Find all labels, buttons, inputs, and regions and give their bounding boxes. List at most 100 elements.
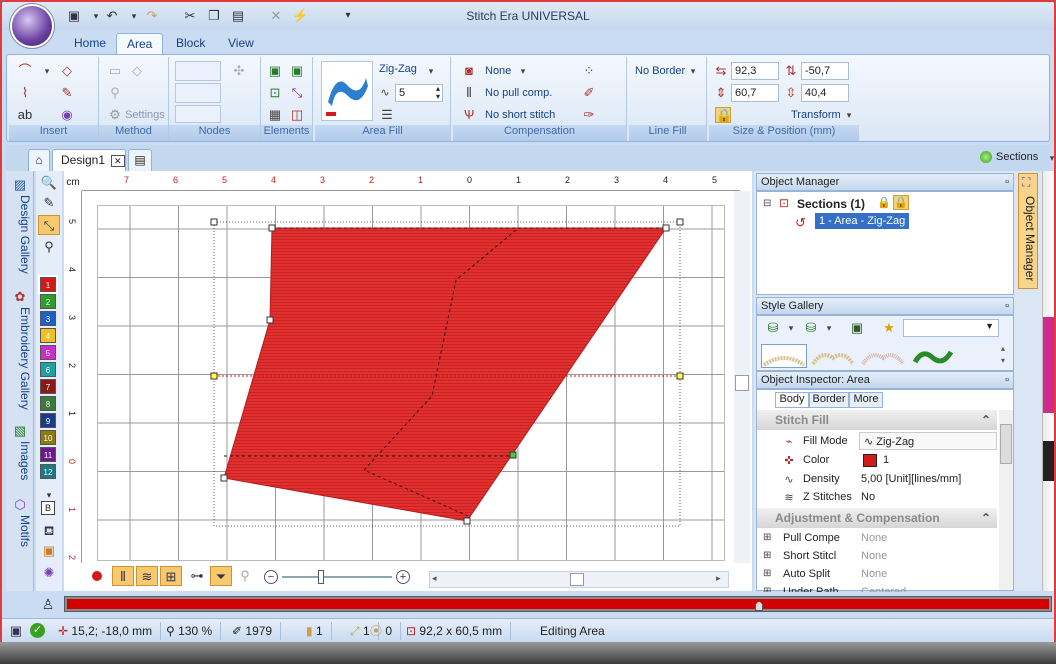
lock-icon[interactable]: 🔒 (877, 196, 891, 209)
style-apply-icon[interactable]: ▣ (849, 320, 865, 336)
resize-handle[interactable] (676, 218, 684, 226)
insert-text-icon[interactable]: ab (17, 107, 33, 123)
element-diagonal-icon[interactable]: ⤡ (289, 85, 305, 101)
adjustment-row[interactable]: ⊞ Short Stitcl None (757, 548, 997, 566)
expand-icon[interactable]: ⊞ (763, 532, 771, 543)
style-swatch[interactable] (911, 344, 957, 368)
tab-view[interactable]: View (218, 33, 264, 54)
collapse-icon[interactable]: ⌃ (981, 410, 991, 430)
x-position-spinner[interactable]: 92,3 (731, 62, 779, 80)
tab-home[interactable]: Home (64, 33, 116, 54)
element-rect-icon[interactable]: ▣ (289, 63, 305, 79)
star-icon[interactable]: ★ (881, 320, 897, 336)
tab-more[interactable]: More (849, 392, 883, 408)
chevron-down-icon[interactable]: ▾ (685, 63, 701, 79)
zoom-slider[interactable] (282, 576, 392, 578)
prop-value[interactable]: 1 (883, 451, 943, 469)
fill-preview[interactable] (321, 61, 373, 121)
tab-design1[interactable]: Design1 ✕ (52, 149, 126, 171)
color-wheel-icon[interactable]: ✺ (38, 563, 60, 583)
fill-mode-value[interactable]: ∿ Zig-Zag (859, 432, 997, 450)
pin-icon[interactable]: ▫ (1005, 298, 1009, 314)
insert-line-icon[interactable]: ⌒ (17, 63, 33, 79)
save-status-icon[interactable]: ▣ (8, 623, 24, 639)
undo-icon[interactable]: ↶ (104, 8, 120, 24)
node-view-icon[interactable]: ⊞ (160, 566, 182, 586)
style-swatch[interactable] (761, 344, 807, 368)
pin-icon[interactable]: ▫ (1005, 372, 1009, 388)
adjustment-row[interactable]: ⊞ Auto Split None (757, 566, 997, 584)
node-distribute-button[interactable] (175, 105, 221, 123)
method-pin-icon[interactable]: ⚲ (107, 85, 123, 101)
palette-color-1[interactable]: 1 (38, 275, 58, 294)
object-manager-side-tab[interactable]: Object Manager (1018, 173, 1038, 289)
scroll-right-icon[interactable]: ▸ (716, 573, 721, 584)
background-color-swatch[interactable]: B (41, 501, 55, 515)
chevron-down-icon[interactable]: ▾ (126, 8, 142, 24)
expand-icon[interactable]: ⊞ (763, 586, 771, 592)
search-icon[interactable]: ⚲ (234, 566, 256, 586)
lock-icon[interactable]: 🔒 (715, 107, 732, 123)
needle-icon[interactable]: ✐ (581, 85, 597, 101)
lock-icon[interactable]: 🔒 (893, 195, 909, 210)
eyedropper-icon[interactable]: ⚲ (38, 237, 60, 257)
scroll-thumb[interactable] (735, 375, 749, 391)
fill-view-icon[interactable]: ≋ (136, 566, 158, 586)
chevron-down-icon[interactable]: ▾ (783, 320, 799, 336)
scroll-thumb[interactable] (1000, 424, 1012, 464)
tab-body[interactable]: Body (775, 392, 809, 408)
redo-icon[interactable]: ↷ (144, 8, 160, 24)
prop-value[interactable]: 5,00 [Unit][lines/mm] (861, 470, 999, 488)
prop-value[interactable]: None (861, 550, 887, 562)
cut-icon[interactable]: ✂ (182, 8, 198, 24)
select-tool-icon[interactable]: ✎ (38, 193, 60, 213)
node-handle[interactable] (268, 224, 276, 232)
node-curve-button[interactable] (175, 61, 221, 81)
color-swatch[interactable] (863, 454, 877, 467)
element-split-icon[interactable]: ⊡ (267, 85, 283, 101)
prop-value[interactable]: Centered (861, 586, 906, 592)
palette-color-9[interactable]: 9 (40, 413, 56, 428)
customize-icon[interactable]: ▾ (340, 8, 356, 24)
connect-icon[interactable]: ⊶ (186, 566, 208, 586)
pull-comp-dropdown[interactable]: No pull comp. (485, 87, 552, 99)
stitch-view-icon[interactable]: ⦀ (112, 566, 134, 586)
pull-preset-icon[interactable]: ◙ (461, 63, 477, 79)
node-tool-icon[interactable]: ✣ (231, 63, 247, 79)
color-sort-icon[interactable]: ▣ (38, 541, 60, 561)
palette-color-11[interactable]: 11 (40, 447, 56, 462)
style-save-icon[interactable]: ⛁ (803, 320, 819, 336)
filter-icon[interactable]: ⏷ (210, 566, 232, 586)
home-tab[interactable]: ⌂ (28, 149, 50, 171)
adjustment-row[interactable]: ⊞ Under Path Centered (757, 584, 997, 592)
zoom-tool-icon[interactable]: 🔍 (38, 173, 60, 193)
chevron-down-icon[interactable]: ▾ (821, 320, 837, 336)
resize-handle[interactable] (210, 372, 218, 380)
prop-value[interactable]: No (861, 488, 921, 506)
images-tab[interactable]: Images (8, 441, 32, 491)
embroidery-gallery-tab[interactable]: Embroidery Gallery (8, 307, 32, 417)
style-swatch[interactable] (811, 344, 857, 368)
app-menu-button[interactable] (12, 6, 52, 46)
pull-comp-icon[interactable]: ⦀ (461, 85, 477, 101)
node-align-button[interactable] (175, 83, 221, 103)
style-swatch[interactable] (861, 344, 907, 368)
chevron-down-icon[interactable]: ▾ (1044, 150, 1054, 166)
palette-color-10[interactable]: 10 (40, 430, 56, 445)
close-icon[interactable]: ✕ (111, 155, 125, 167)
short-stitch-icon[interactable]: Ѱ (461, 107, 477, 123)
chevron-down-icon[interactable]: ▾ (39, 63, 55, 79)
element-grid-icon[interactable]: ▦ (267, 107, 283, 123)
scroll-left-icon[interactable]: ◂ (432, 573, 437, 584)
save-icon[interactable]: ▣ (66, 8, 82, 24)
design-canvas[interactable] (97, 205, 725, 561)
stitch-progress[interactable] (64, 596, 1052, 612)
prop-value[interactable]: None (861, 532, 887, 544)
player-icon[interactable]: ♙ (38, 596, 58, 614)
adjustment-section[interactable]: Adjustment & Compensation ⌃ (757, 508, 997, 528)
design-gallery-tab[interactable]: Design Gallery (8, 195, 32, 285)
zoom-in-icon[interactable]: + (396, 570, 410, 584)
settings-label[interactable]: Settings (125, 109, 165, 121)
style-load-icon[interactable]: ⛁ (765, 320, 781, 336)
paste-icon[interactable]: ▤ (230, 8, 246, 24)
